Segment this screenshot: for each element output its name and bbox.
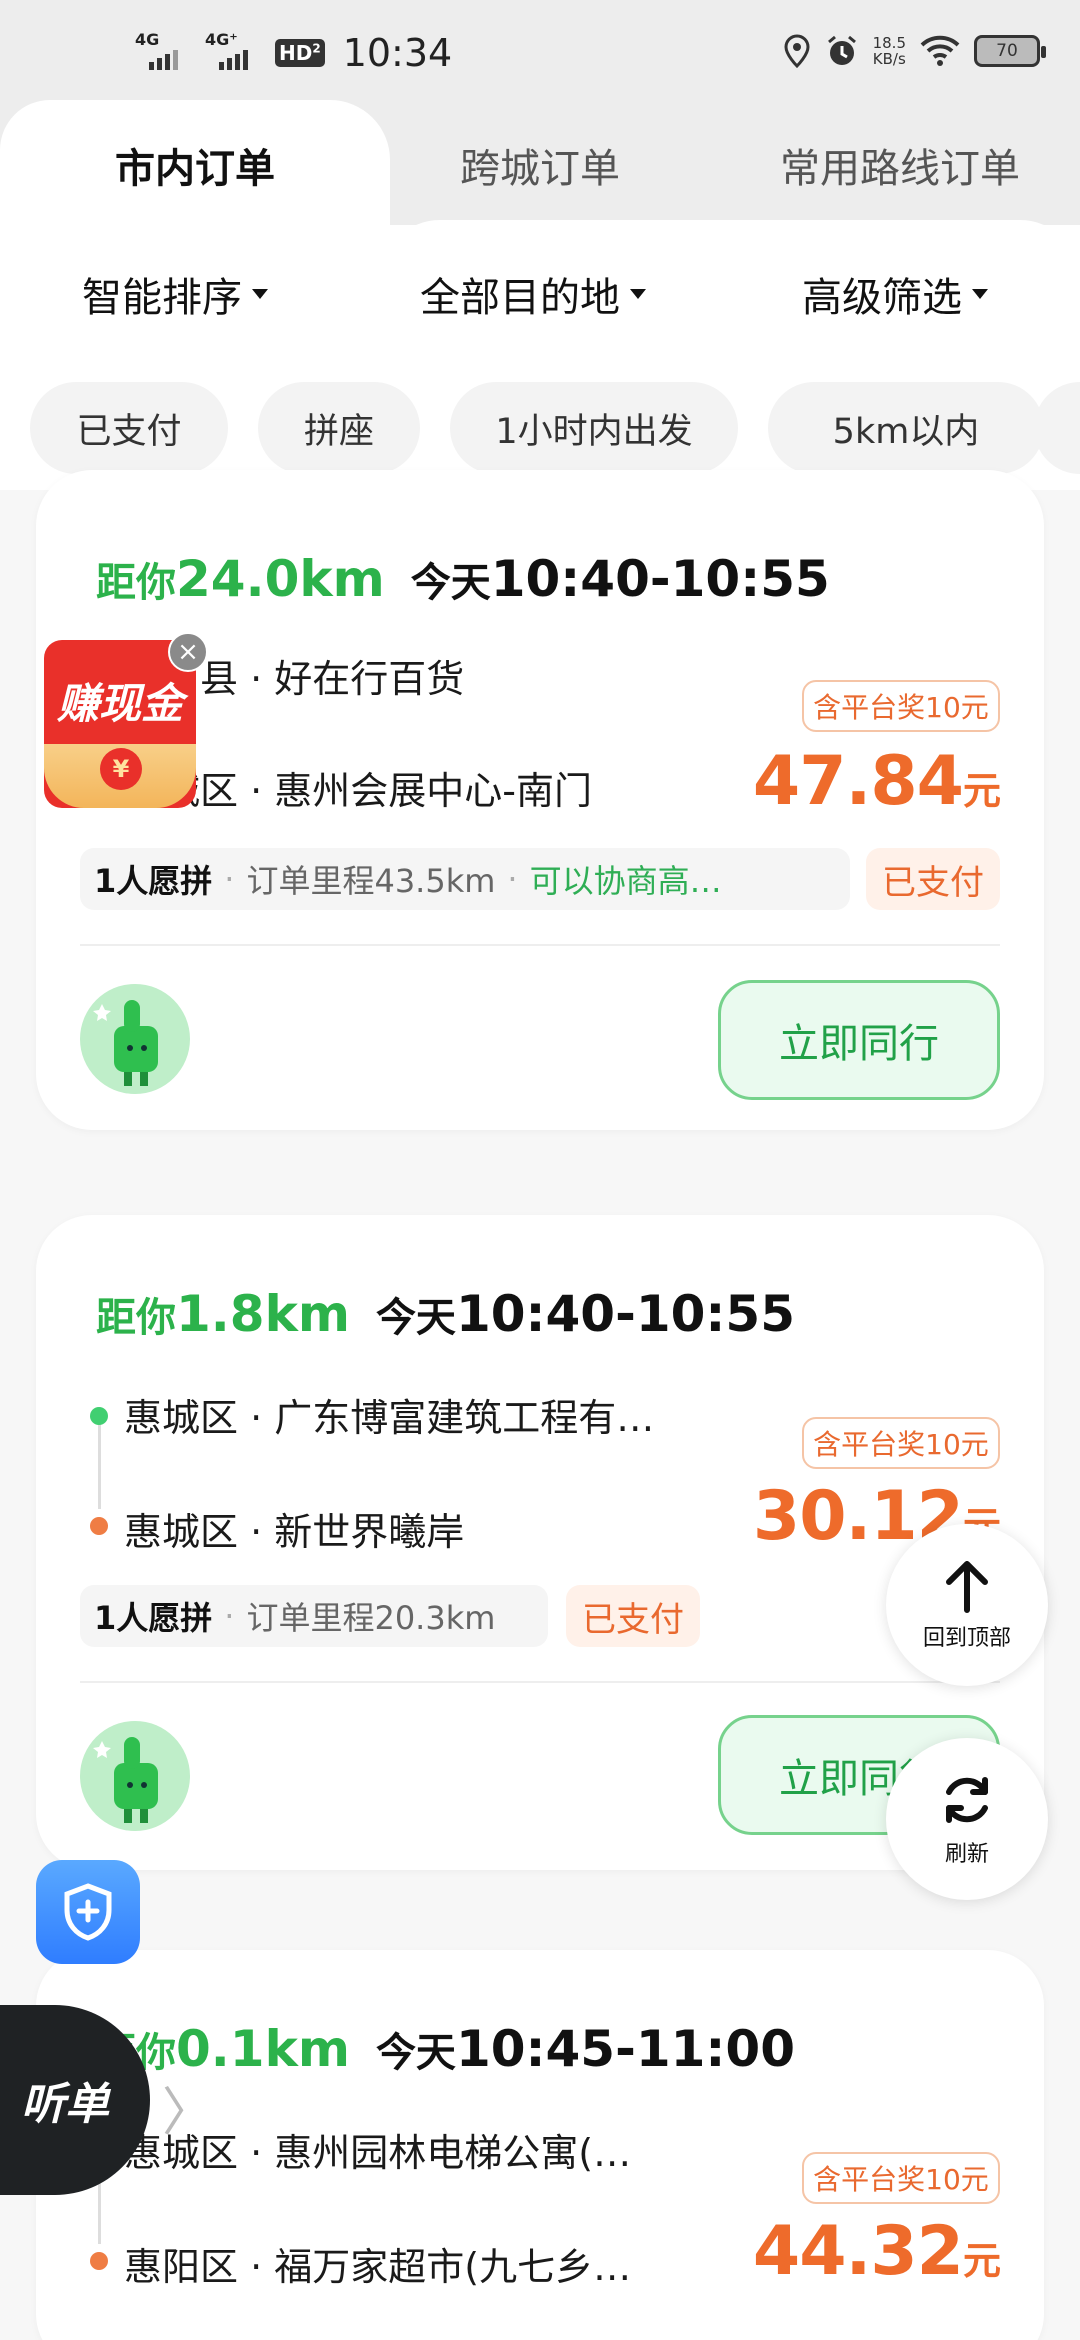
order-card[interactable]: 距你0.1km 今天10:45-11:00 惠城区 · 惠州园林电梯公寓(… 惠… (36, 1950, 1044, 2340)
shield-icon (64, 1883, 112, 1941)
distance-label: 距你24.0km (96, 550, 385, 608)
cellular-signal-icon-2: 4G⁺ (205, 30, 261, 76)
refresh-icon (946, 1777, 988, 1823)
chip-within-5km[interactable]: 5km以内 (768, 382, 1044, 474)
network-speed: 18.5 KB/s (872, 34, 906, 68)
status-bar: 4G 4G⁺ HD2 10:34 18.5 KB/s 70 (0, 0, 1080, 110)
tab-route-orders[interactable]: 常用路线订单 (740, 100, 1060, 230)
safety-button[interactable] (36, 1860, 140, 1964)
chip-paid[interactable]: 已支付 (30, 382, 228, 474)
chip-carpool[interactable]: 拼座 (258, 382, 420, 474)
pickup-address: 惠城区 · 广东博富建筑工程有… (124, 1396, 655, 1440)
refresh-button[interactable]: 刷新 (886, 1738, 1048, 1900)
back-to-top-button[interactable]: 回到顶部 (886, 1524, 1048, 1686)
filter-bar: 智能排序 全部目的地 高级筛选 (0, 245, 1080, 345)
departure-time: 今天10:45-11:00 (375, 2020, 795, 2078)
destination-dropdown[interactable]: 全部目的地 (420, 265, 646, 323)
departure-time: 今天10:40-10:55 (375, 1285, 795, 1343)
earn-cash-label: 赚现金 (56, 679, 183, 728)
platform-bonus-badge: 含平台奖10元 (802, 1417, 1000, 1469)
dropoff-address: 惠阳区 · 福万家超市(九七乡… (124, 2245, 632, 2289)
departure-time: 今天10:40-10:55 (410, 550, 830, 608)
refresh-label: 刷新 (944, 1842, 989, 1867)
cellular-signal-icon: 4G (135, 30, 191, 76)
caret-down-icon (972, 289, 988, 299)
listen-label: 听单 (21, 2079, 109, 2130)
platform-bonus-badge: 含平台奖10元 (802, 2152, 1000, 2204)
end-dot (90, 1517, 108, 1535)
arrow-up-icon (946, 1561, 988, 1613)
route-line (98, 1425, 101, 1509)
paid-badge: 已支付 (866, 848, 1000, 910)
start-dot (90, 1407, 108, 1425)
dropoff-address: 惠城区 · 新世界曦岸 (124, 1510, 465, 1554)
passenger-avatar (80, 984, 190, 1094)
tab-city-orders[interactable]: 市内订单 (0, 100, 390, 230)
close-icon[interactable]: × (168, 632, 208, 672)
join-ride-button[interactable]: 立即同行 (718, 980, 1000, 1100)
wifi-icon (920, 35, 960, 66)
chip-more[interactable] (1034, 382, 1080, 474)
order-price: 44.32元 (752, 2212, 1001, 2291)
divider (80, 944, 1000, 946)
tab-intercity-orders[interactable]: 跨城订单 (400, 100, 680, 230)
chevron-right-icon: 〉 (162, 2083, 215, 2143)
order-meta: 1人愿拼 · 订单里程20.3km (80, 1585, 548, 1647)
quick-filter-chips: 已支付 拼座 1小时内出发 5km以内 (0, 382, 1080, 474)
paid-badge: 已支付 (566, 1585, 700, 1647)
divider (80, 1681, 1000, 1683)
order-price: 47.84元 (752, 742, 1001, 821)
passenger-avatar (80, 1721, 190, 1831)
sort-dropdown[interactable]: 智能排序 (82, 265, 268, 323)
chip-within-1h[interactable]: 1小时内出发 (450, 382, 738, 474)
network-type-label: 4G (135, 30, 160, 49)
back-to-top-label: 回到顶部 (922, 1626, 1011, 1651)
location-icon (784, 34, 810, 68)
status-time: 10:34 (342, 31, 453, 75)
hd-voice-icon: HD2 (275, 39, 325, 67)
order-card[interactable]: 距你1.8km 今天10:40-10:55 惠城区 · 广东博富建筑工程有… 惠… (36, 1215, 1044, 1870)
caret-down-icon (252, 289, 268, 299)
distance-label: 距你1.8km (96, 1285, 350, 1343)
yuan-coin-icon: ¥ (100, 748, 142, 790)
platform-bonus-badge: 含平台奖10元 (802, 680, 1000, 732)
order-meta: 1人愿拼 · 订单里程43.5km · 可以协商高… (80, 848, 850, 910)
network-type-label-2: 4G⁺ (205, 30, 238, 49)
caret-down-icon (630, 289, 646, 299)
advanced-filter-dropdown[interactable]: 高级筛选 (802, 265, 988, 323)
battery-icon: 70 (974, 35, 1046, 67)
end-dot (90, 2252, 108, 2270)
alarm-icon (827, 35, 856, 65)
order-tabs: 市内订单 跨城订单 常用路线订单 (0, 100, 1080, 340)
